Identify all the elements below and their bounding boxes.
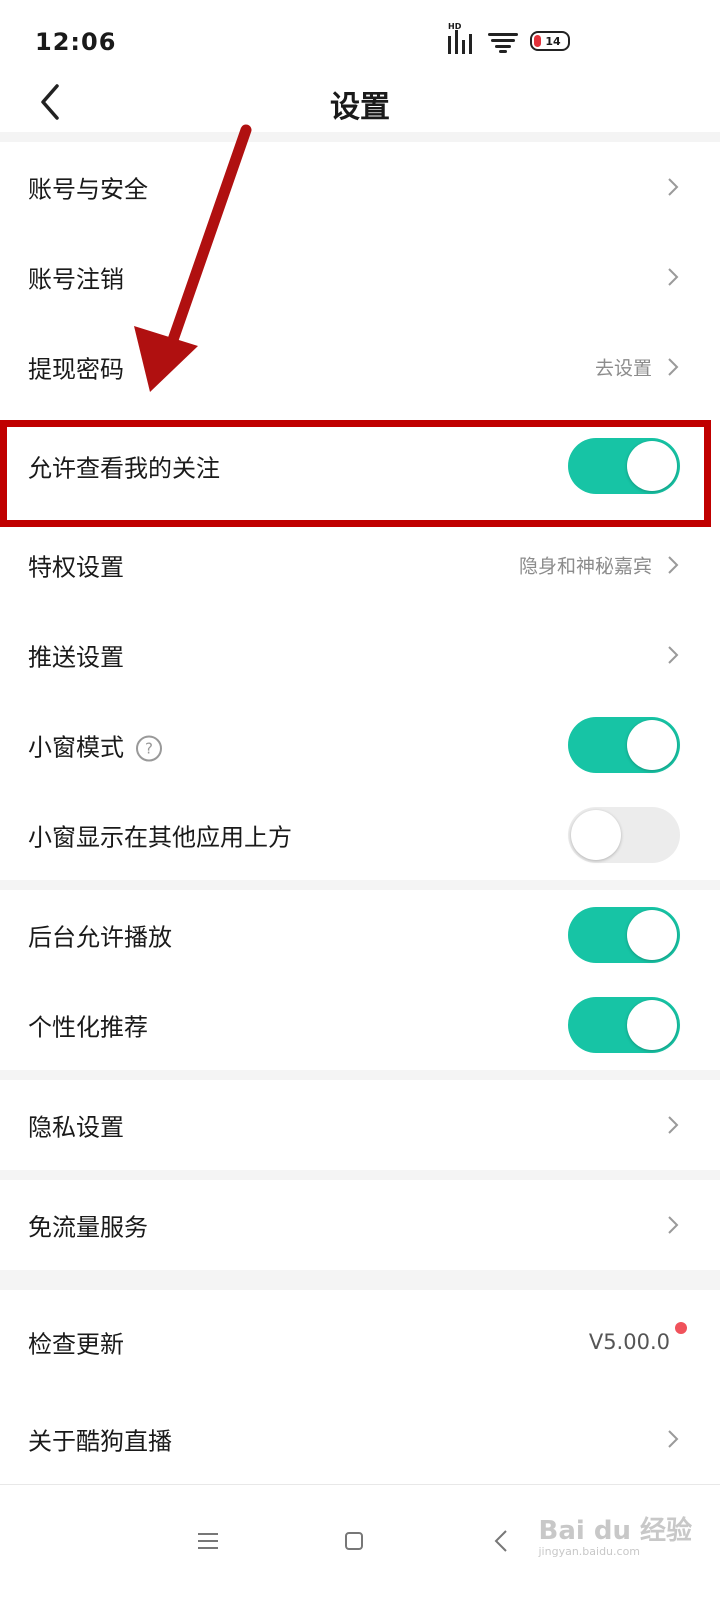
status-time: 12:06 [35,28,117,56]
toggle-knob [627,1000,677,1050]
row-label: 检查更新 [28,1330,124,1359]
chevron-right-icon [668,1216,679,1234]
settings-row-check-update[interactable]: 检查更新 V5.00.0 [0,1290,720,1394]
home-icon[interactable] [334,1521,374,1561]
settings-group-about: 检查更新 V5.00.0 关于酷狗直播 [0,1290,720,1484]
battery-level: 14 [545,34,561,48]
row-label: 允许查看我的关注 [28,454,220,483]
chevron-right-icon [668,646,679,664]
settings-row-mini-window: 小窗模式? [0,700,720,790]
menu-icon[interactable] [188,1521,228,1561]
mini-window-overlay-toggle[interactable] [568,807,680,863]
row-value: 去设置 [594,357,652,380]
row-label: 特权设置 [28,553,124,582]
watermark: Bai du 经验 jingyan.baidu.com [539,1510,693,1558]
settings-row-privacy[interactable]: 隐私设置 [0,1080,720,1170]
wifi-icon [488,29,520,53]
watermark-brand: Bai du 经验 [538,1516,693,1546]
row-label: 个性化推荐 [28,1013,148,1042]
watermark-url: jingyan.baidu.com [538,1545,641,1558]
toggle-knob [571,810,621,860]
page-title: 设置 [330,90,390,125]
background-play-toggle[interactable] [568,907,680,963]
row-label: 后台允许播放 [28,923,172,952]
settings-row-account-cancel[interactable]: 账号注销 [0,232,720,322]
chevron-right-icon [668,268,679,286]
app-header: 设置 [0,80,720,132]
row-label: 提现密码 [28,355,124,384]
settings-group-privacy: 隐私设置 [0,1080,720,1170]
chevron-right-icon [668,1116,679,1134]
settings-row-background-play: 后台允许播放 [0,890,720,980]
settings-row-mini-window-overlay: 小窗显示在其他应用上方 [0,790,720,880]
settings-group-playback: 后台允许播放 个性化推荐 [0,890,720,1070]
allow-view-following-toggle[interactable] [568,438,680,494]
settings-row-free-data[interactable]: 免流量服务 [0,1180,720,1270]
settings-group-account: 账号与安全 账号注销 提现密码 去设置 允许查看我的关注 特权设置 隐身和神秘嘉… [0,142,720,700]
personalized-toggle[interactable] [568,997,680,1053]
row-value: 隐身和神秘嘉宾 [518,555,652,578]
row-label: 账号与安全 [28,175,148,204]
mini-window-toggle[interactable] [568,717,680,773]
settings-row-withdraw-password[interactable]: 提现密码 去设置 [0,322,720,412]
settings-row-about[interactable]: 关于酷狗直播 [0,1394,720,1484]
row-label: 关于酷狗直播 [28,1427,172,1456]
row-label: 小窗模式? [28,728,162,763]
settings-row-personalized: 个性化推荐 [0,980,720,1070]
toggle-knob [627,441,677,491]
row-label: 推送设置 [28,643,124,672]
chevron-right-icon [668,556,679,574]
signal-icon: HD [448,22,478,56]
chevron-right-icon [668,178,679,196]
settings-row-push[interactable]: 推送设置 [0,610,720,700]
status-icons: HD 14 [448,22,570,56]
settings-group-data: 免流量服务 [0,1180,720,1270]
row-label: 免流量服务 [28,1213,148,1242]
status-bar: 12:06 HD 14 [0,0,720,80]
settings-row-account-security[interactable]: 账号与安全 [0,142,720,232]
version-value: V5.00.0 [588,1330,670,1354]
toggle-knob [627,720,677,770]
chevron-right-icon [668,358,679,376]
toggle-knob [627,910,677,960]
help-icon[interactable]: ? [136,735,162,762]
back-nav-icon[interactable] [482,1521,522,1561]
row-label: 账号注销 [28,265,124,294]
battery-icon: 14 [530,31,570,51]
settings-row-privilege[interactable]: 特权设置 隐身和神秘嘉宾 [0,520,720,610]
update-badge-dot [675,1322,687,1334]
chevron-right-icon [668,1430,679,1448]
row-label: 小窗显示在其他应用上方 [28,823,292,852]
settings-group-window: 小窗模式? 小窗显示在其他应用上方 [0,700,720,880]
settings-row-allow-view-following: 允许查看我的关注 [0,412,720,520]
row-label: 隐私设置 [28,1113,124,1142]
